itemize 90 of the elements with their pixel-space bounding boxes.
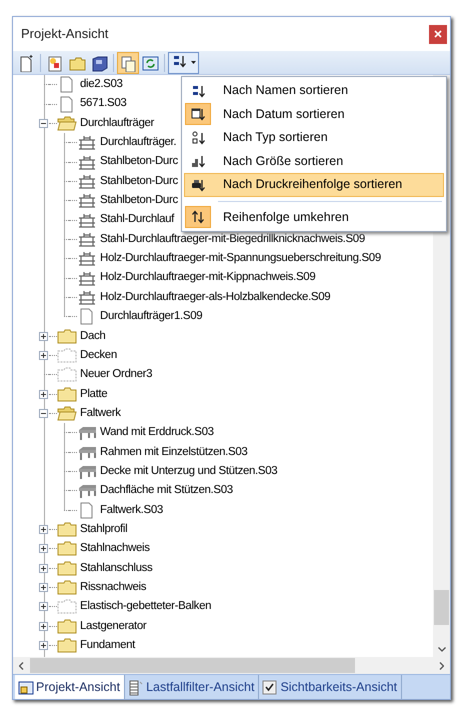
beam-icon (77, 212, 97, 229)
slab-icon (77, 424, 97, 442)
tree-item[interactable]: Neuer Ordner3 (80, 366, 152, 384)
tree-item[interactable]: Stahlbeton-Durc (100, 192, 178, 210)
tree-item[interactable]: Durchlaufträger (80, 114, 154, 132)
tree-item[interactable]: Stahl-Durchlauftraeger-mit-Biegedrillknicknachweis.S09 (100, 230, 365, 248)
tree-item[interactable]: Faltwerk (80, 404, 121, 422)
expander-plus-icon[interactable] (39, 390, 48, 399)
tree-item[interactable]: Lastgenerator (80, 618, 146, 635)
tree-item[interactable]: Stahlbeton-Durc (100, 153, 178, 171)
beam-icon (77, 134, 97, 152)
tab[interactable]: Lastfallfilter-Ansicht (125, 675, 260, 699)
tree-item[interactable]: Wand mit Erddruck.S03 (100, 424, 214, 442)
tree-item[interactable]: Stahlanschluss (80, 560, 152, 577)
close-button[interactable] (429, 24, 447, 44)
menu-item[interactable]: Nach Größe sortieren (184, 150, 444, 173)
tree-item[interactable]: Dachfläche mit Stützen.S03 (100, 482, 233, 500)
toolbar-button[interactable] (168, 52, 199, 74)
expander-plus-icon[interactable] (39, 602, 48, 612)
tree-item[interactable]: 5671.S03 (80, 95, 126, 113)
slab-icon (77, 482, 97, 500)
folder-icon (57, 579, 77, 596)
horizontal-scrollbar[interactable] (13, 657, 450, 674)
tab[interactable]: Projekt-Ansicht (15, 675, 126, 699)
tree-item[interactable]: Stahlprofil (80, 520, 128, 538)
folder-icon (57, 328, 77, 345)
folder-icon (57, 386, 77, 403)
document-icon (46, 54, 64, 72)
checkbox-icon (261, 678, 278, 696)
expander-plus-icon[interactable] (39, 544, 48, 554)
tree-item[interactable]: Elastisch-gebetteter-Balken (80, 598, 212, 616)
scroll-thumb[interactable] (30, 658, 355, 673)
expander-plus-icon[interactable] (39, 583, 48, 592)
tree-item[interactable]: Platte (80, 386, 108, 403)
close-icon (434, 30, 442, 38)
expander-plus-icon[interactable] (39, 350, 48, 360)
menu-item[interactable]: Nach Druckreihenfolge sortieren (184, 173, 444, 196)
beam-icon (77, 192, 97, 210)
tree-item[interactable]: Stahl-Durchlauf (100, 211, 174, 229)
expander-plus-icon[interactable] (39, 564, 48, 573)
beam-icon (77, 154, 97, 171)
tree-item[interactable]: Decke mit Unterzug und Stützen.S03 (100, 462, 278, 480)
expander-minus-icon[interactable] (39, 409, 48, 418)
folder-icon (57, 540, 77, 558)
menu-item[interactable]: Nach Namen sortieren (184, 79, 444, 102)
scroll-thumb[interactable] (434, 590, 449, 625)
folder-icon (57, 366, 77, 384)
tree-item[interactable]: Faltwerk.S03 (100, 502, 163, 519)
expander-plus-icon[interactable] (39, 641, 48, 650)
window-icon (17, 678, 34, 696)
list-icon (127, 678, 144, 696)
tree-item[interactable]: Decken (80, 346, 117, 364)
window-title: Projekt-Ansicht (21, 25, 108, 44)
folder-icon (57, 521, 77, 538)
caret-icon (190, 61, 196, 64)
expander-plus-icon[interactable] (39, 525, 48, 534)
tree-item[interactable]: Fundament (80, 637, 136, 654)
tree-item[interactable]: Holz-Durchlauftraeger-als-Holzbalkendecke.S09 (100, 288, 330, 306)
folder-icon (57, 114, 77, 132)
tree-item[interactable]: Rahmen mit Einzelstützen.S03 (100, 444, 248, 461)
tree-item[interactable]: die2.S03 (80, 76, 123, 94)
beam-icon (77, 172, 97, 190)
folder-icon (57, 637, 77, 654)
tree-item[interactable]: Dach (80, 328, 106, 345)
expander-plus-icon[interactable] (39, 332, 48, 341)
expander-minus-icon[interactable] (39, 118, 48, 128)
tree-item[interactable]: Durchlaufträger1.S09 (100, 308, 202, 326)
folder-icon (57, 346, 77, 364)
tree-item[interactable]: Durchlaufträger. (100, 134, 176, 152)
folder-icon (57, 405, 77, 422)
beam-icon (77, 288, 97, 306)
beam-icon (77, 270, 97, 287)
documents-icon (119, 54, 137, 72)
beam-icon (77, 250, 97, 268)
tree-item[interactable]: Holz-Durchlauftraeger-mit-Kippnachweis.S09 (100, 269, 316, 287)
tree-item[interactable]: Holz-Durchlauftraeger-mit-Spannungsueberschreitung.S09 (100, 250, 381, 268)
folder-icon (57, 560, 77, 577)
expander-plus-icon[interactable] (39, 622, 48, 631)
slab-icon (77, 463, 97, 480)
menu-item[interactable]: Nach Typ sortieren (184, 126, 444, 150)
refresh-icon (141, 54, 159, 72)
tree-item[interactable]: Stahlnachweis (80, 540, 150, 558)
beam-icon (77, 230, 97, 248)
tree-item[interactable]: Stahlbeton-Durc (100, 172, 178, 190)
menu-item[interactable]: Reihenfolge umkehren (184, 206, 444, 229)
folder-icon (57, 598, 77, 616)
folder-icon (57, 618, 77, 635)
menu-item[interactable]: Nach Datum sortieren (184, 102, 444, 126)
tab[interactable]: Sichtbarkeits-Ansicht (259, 675, 402, 699)
tree-item[interactable]: Rissnachweis (80, 578, 146, 596)
